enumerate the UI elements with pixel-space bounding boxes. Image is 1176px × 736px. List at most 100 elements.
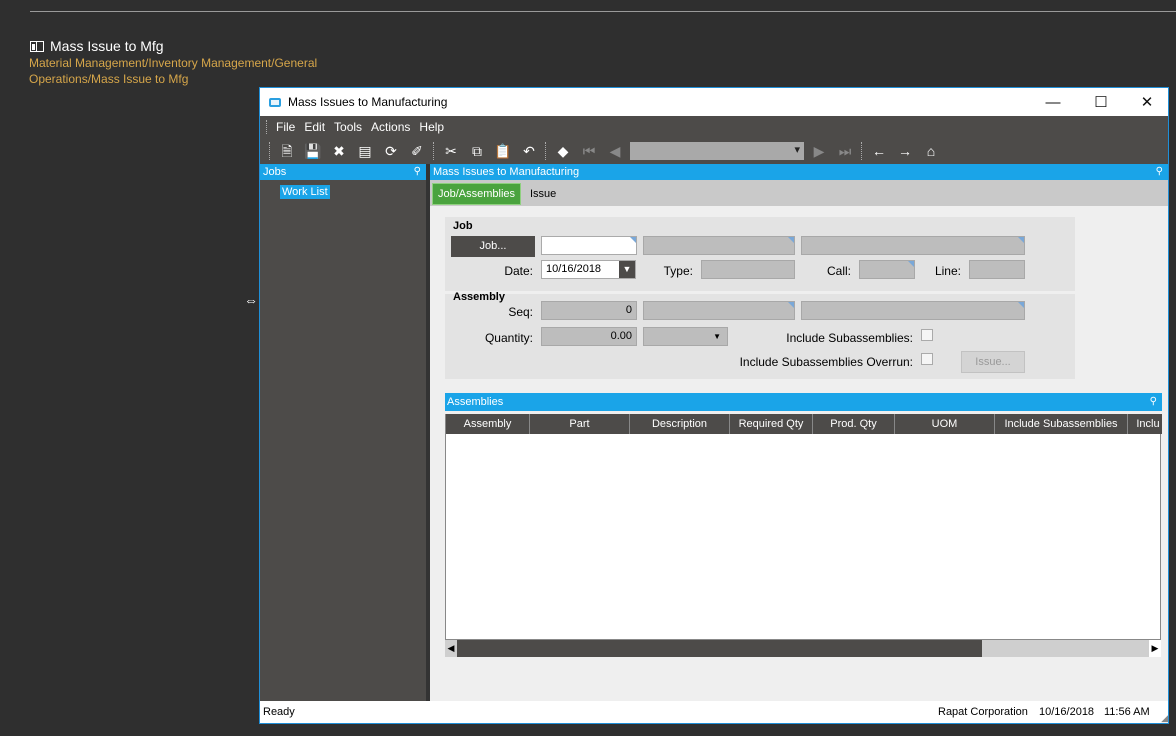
call-label: Call: [826, 264, 851, 278]
clear-icon[interactable]: ✐ [404, 140, 430, 162]
job-button[interactable]: Job... [451, 236, 535, 257]
column-prod-qty[interactable]: Prod. Qty [813, 414, 895, 434]
tab-content: Job Job... Date: 10/16/2018 ▼ Type: Call… [430, 206, 1168, 701]
grid-column-headers: Assembly Part Description Required Qty P… [445, 414, 1162, 434]
title-bar: Mass Issues to Manufacturing — ☐ ✕ [260, 88, 1168, 116]
chevron-down-icon[interactable]: ▼ [619, 261, 635, 278]
horizontal-scrollbar[interactable]: ◀ ▶ [445, 640, 1161, 657]
quantity-field: 0.00 [541, 327, 637, 346]
print-icon[interactable]: ▤ [352, 140, 378, 162]
scroll-thumb[interactable] [457, 640, 982, 657]
column-description[interactable]: Description [630, 414, 730, 434]
page-title-text: Mass Issue to Mfg [50, 38, 164, 54]
home-icon[interactable]: ⌂ [918, 140, 944, 162]
search-icon[interactable]: ◆ [550, 140, 576, 162]
save-icon[interactable]: 💾 [300, 140, 326, 162]
assemblies-header: Assemblies ⚲ [445, 393, 1162, 411]
back-icon[interactable]: ← [866, 140, 892, 162]
menu-edit[interactable]: Edit [304, 120, 325, 134]
include-subassemblies-checkbox[interactable] [921, 329, 933, 341]
copy-icon[interactable]: ⧉ [464, 140, 490, 162]
seq-label: Seq: [508, 305, 533, 319]
menu-path-link[interactable]: Material Management/Inventory Management… [29, 55, 409, 87]
toolbar-grip [269, 141, 271, 160]
jobs-panel: Jobs ⚲ Work List [260, 164, 426, 701]
status-time: 11:56 AM [1104, 706, 1150, 718]
line-label: Line: [934, 264, 961, 278]
last-record-icon[interactable]: ⏭ [832, 140, 858, 162]
pin-icon[interactable]: ⚲ [1156, 164, 1163, 180]
book-icon [30, 40, 44, 52]
job-group-label: Job [453, 220, 473, 232]
toolbar: 🗎 💾 ✖ ▤ ⟳ ✐ ✂ ⧉ 📋 ↶ ◆ ⏮ ◀ ▶ ⏭ ← → ⌂ [260, 138, 1168, 163]
tab-job-assemblies[interactable]: Job/Assemblies [432, 183, 522, 205]
previous-record-icon[interactable]: ◀ [602, 140, 628, 162]
maximize-button[interactable]: ☐ [1078, 88, 1124, 116]
app-window: Mass Issues to Manufacturing — ☐ ✕ File … [259, 87, 1169, 724]
jobs-panel-title: Jobs [263, 166, 287, 178]
assembly-description-field [801, 301, 1025, 320]
scroll-left-icon[interactable]: ◀ [445, 640, 457, 657]
menu-help[interactable]: Help [419, 120, 444, 134]
column-assembly[interactable]: Assembly [446, 414, 530, 434]
uom-select[interactable]: ▼ [643, 327, 728, 346]
column-part[interactable]: Part [530, 414, 630, 434]
column-include-overrun[interactable]: Inclu [1128, 414, 1162, 434]
column-required-qty[interactable]: Required Qty [730, 414, 813, 434]
delete-icon[interactable]: ✖ [326, 140, 352, 162]
menu-bar: File Edit Tools Actions Help [260, 116, 1168, 138]
paste-icon[interactable]: 📋 [490, 140, 516, 162]
call-field [859, 260, 915, 279]
page-title: Mass Issue to Mfg [30, 38, 164, 54]
quantity-label: Quantity: [484, 331, 533, 345]
minimize-button[interactable]: — [1030, 88, 1076, 116]
refresh-icon[interactable]: ⟳ [378, 140, 404, 162]
main-panel-header: Mass Issues to Manufacturing ⚲ [430, 164, 1168, 180]
app-icon [269, 97, 281, 107]
job-number-input[interactable] [541, 236, 637, 255]
undo-icon[interactable]: ↶ [516, 140, 542, 162]
status-company: Rapat Corporation [938, 706, 1028, 718]
type-label: Type: [663, 264, 693, 278]
tab-issue[interactable]: Issue [530, 183, 556, 203]
job-description-field [801, 236, 1025, 255]
assembly-group-label: Assembly [453, 291, 505, 303]
column-uom[interactable]: UOM [895, 414, 995, 434]
menu-actions[interactable]: Actions [371, 120, 410, 134]
resize-grip-icon[interactable]: ◢ [1161, 713, 1168, 723]
date-picker[interactable]: 10/16/2018 ▼ [541, 260, 636, 279]
issue-button[interactable]: Issue... [961, 351, 1025, 373]
top-divider [30, 11, 1176, 12]
tab-strip: Job/Assemblies Issue [430, 180, 1168, 206]
forward-icon[interactable]: → [892, 140, 918, 162]
new-icon[interactable]: 🗎 [274, 140, 300, 162]
job-group: Job Job... Date: 10/16/2018 ▼ Type: Call… [445, 217, 1075, 291]
pin-icon[interactable]: ⚲ [414, 164, 421, 180]
include-subassemblies-overrun-label: Include Subassemblies Overrun: [739, 355, 913, 369]
assembly-group: Assembly Seq: 0 Quantity: 0.00 ▼ Include… [445, 291, 1075, 379]
menu-tools[interactable]: Tools [334, 120, 362, 134]
type-field [701, 260, 795, 279]
record-navigator-combo[interactable] [630, 141, 804, 160]
close-button[interactable]: ✕ [1124, 88, 1170, 116]
include-subassemblies-overrun-checkbox[interactable] [921, 353, 933, 365]
job-part-field [643, 236, 795, 255]
assembly-part-field [643, 301, 795, 320]
status-bar: Ready Rapat Corporation 10/16/2018 11:56… [260, 701, 1168, 723]
date-label: Date: [504, 264, 533, 278]
pin-icon[interactable]: ⚲ [1150, 393, 1157, 411]
first-record-icon[interactable]: ⏮ [576, 140, 602, 162]
scroll-right-icon[interactable]: ▶ [1149, 640, 1161, 657]
assemblies-title: Assemblies [447, 396, 504, 408]
column-include-subassemblies[interactable]: Include Subassemblies [995, 414, 1128, 434]
toolbar-separator [433, 141, 435, 160]
main-panel-title: Mass Issues to Manufacturing [433, 166, 580, 178]
next-record-icon[interactable]: ▶ [806, 140, 832, 162]
menu-grip [266, 120, 269, 134]
grid-body[interactable] [445, 434, 1161, 640]
seq-field: 0 [541, 301, 637, 320]
date-value: 10/16/2018 [546, 263, 602, 275]
menu-file[interactable]: File [276, 120, 295, 134]
work-list-item[interactable]: Work List [280, 185, 330, 199]
cut-icon[interactable]: ✂ [438, 140, 464, 162]
